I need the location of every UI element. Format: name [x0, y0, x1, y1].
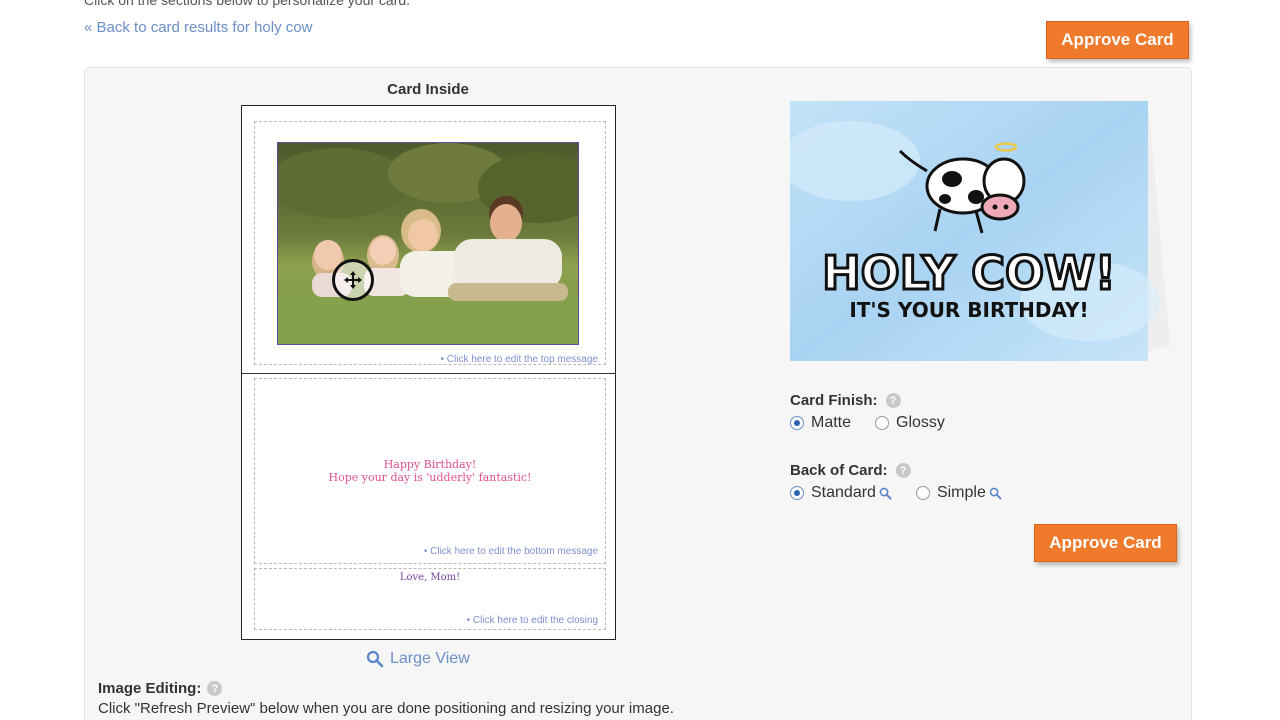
magnifier-icon[interactable]	[989, 487, 1002, 500]
back-of-card-options: Standard Simple	[790, 484, 1026, 502]
bottom-message-text: Happy Birthday! Hope your day is 'udderl…	[254, 458, 606, 484]
help-icon[interactable]: ?	[885, 393, 901, 408]
instruction-text: Click on the sections below to personali…	[84, 0, 411, 8]
radio-simple[interactable]	[915, 486, 930, 500]
closing-message-text: Love, Mom!	[399, 572, 461, 583]
bottom-message-line1: Happy Birthday!	[383, 458, 477, 471]
large-view-link[interactable]: Large View	[366, 650, 470, 668]
back-option-label: Standard	[811, 484, 876, 501]
image-editing-label: Image Editing:	[98, 680, 202, 697]
edit-top-message-link[interactable]: • Click here to edit the top message	[441, 354, 598, 365]
family-photo[interactable]	[277, 142, 579, 345]
card-front-preview[interactable]: HOLY COW! IT'S YOUR BIRTHDAY!	[780, 101, 1170, 361]
card-finish-heading: Card Finish: ?	[790, 392, 901, 409]
radio-standard[interactable]	[790, 486, 804, 500]
back-of-card-heading: Back of Card: ?	[790, 462, 911, 479]
finish-option-matte[interactable]: Matte	[790, 414, 851, 432]
back-option-simple[interactable]: Simple	[915, 484, 1002, 502]
back-option-label: Simple	[936, 484, 986, 501]
card-front-subtitle: IT'S YOUR BIRTHDAY!	[849, 298, 1088, 322]
magnifier-icon[interactable]	[879, 487, 892, 500]
magnifier-icon	[366, 650, 384, 668]
large-view-label: Large View	[390, 650, 470, 667]
help-icon[interactable]: ?	[895, 463, 911, 478]
approve-card-button[interactable]: Approve Card	[1034, 524, 1177, 562]
edit-closing-link[interactable]: • Click here to edit the closing	[467, 615, 598, 626]
card-inside-title: Card Inside	[387, 81, 469, 98]
radio-matte[interactable]	[790, 416, 804, 430]
approve-card-button-top[interactable]: Approve Card	[1046, 21, 1189, 59]
move-cursor-icon[interactable]	[332, 259, 374, 301]
back-of-card-label: Back of Card:	[790, 462, 888, 479]
radio-glossy[interactable]	[875, 416, 890, 430]
back-option-standard[interactable]: Standard	[790, 484, 892, 502]
card-inside-preview: • Click here to edit the top message Hap…	[241, 105, 616, 640]
card-fold-line	[242, 373, 615, 374]
help-icon[interactable]: ?	[207, 681, 223, 696]
card-finish-label: Card Finish:	[790, 392, 878, 409]
image-editing-heading: Image Editing: ?	[98, 680, 223, 697]
edit-bottom-message-link[interactable]: • Click here to edit the bottom message	[424, 546, 598, 557]
finish-option-label: Matte	[811, 414, 852, 431]
image-editing-instructions: Click "Refresh Preview" below when you a…	[98, 700, 674, 717]
back-to-results-link[interactable]: « Back to card results for holy cow	[84, 19, 312, 36]
finish-option-label: Glossy	[896, 414, 945, 431]
card-front-title: HOLY COW!	[822, 246, 1116, 300]
card-finish-options: Matte Glossy	[790, 414, 969, 432]
finish-option-glossy[interactable]: Glossy	[875, 414, 945, 432]
bottom-message-line2: Hope your day is 'udderly' fantastic!	[328, 471, 532, 484]
